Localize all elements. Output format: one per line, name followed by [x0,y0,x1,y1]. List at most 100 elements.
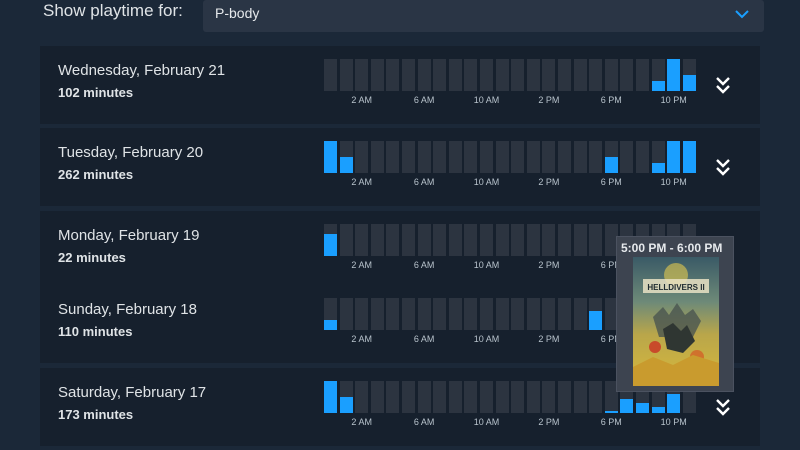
hour-slot[interactable] [573,59,587,91]
hour-slot[interactable] [324,59,337,91]
hour-slot[interactable] [324,298,337,330]
hour-slot[interactable] [417,141,431,173]
expand-day-chevron-icon[interactable] [714,397,732,417]
hour-slot[interactable] [558,141,571,173]
hour-slot[interactable] [464,381,478,413]
hour-slot[interactable] [339,298,353,330]
hour-slot[interactable] [448,381,462,413]
hour-slot[interactable] [589,381,603,413]
hour-slot[interactable] [480,59,493,91]
hour-slot[interactable] [558,298,571,330]
hour-slot[interactable] [370,381,384,413]
hour-slot[interactable] [526,141,540,173]
hour-slot[interactable] [448,59,462,91]
hour-slot[interactable] [511,141,525,173]
hour-slot[interactable] [402,224,415,256]
hour-slot[interactable] [324,141,337,173]
hour-slot[interactable] [480,141,493,173]
expand-day-chevron-icon[interactable] [714,75,732,95]
hour-slot[interactable] [370,59,384,91]
hour-slot[interactable] [651,141,665,173]
hour-slot[interactable] [464,298,478,330]
hour-slot[interactable] [355,224,369,256]
hour-slot[interactable] [355,381,369,413]
hour-slot[interactable] [448,298,462,330]
hour-slot[interactable] [370,141,384,173]
hour-slot[interactable] [589,141,603,173]
hour-slot[interactable] [495,141,509,173]
hour-slot[interactable] [651,59,665,91]
hour-slot[interactable] [386,298,400,330]
hour-slot[interactable] [511,224,525,256]
hour-slot[interactable] [558,381,571,413]
hour-slot[interactable] [355,141,369,173]
hour-slot[interactable] [542,381,556,413]
hour-slot[interactable] [402,59,415,91]
hour-slot[interactable] [573,141,587,173]
hour-slot[interactable] [526,381,540,413]
hour-slot[interactable] [604,141,618,173]
hour-slot[interactable] [339,59,353,91]
hour-slot[interactable] [324,381,337,413]
hour-slot[interactable] [511,298,525,330]
hour-slot[interactable] [526,224,540,256]
hour-slot[interactable] [386,59,400,91]
hour-slot[interactable] [495,298,509,330]
hour-slot[interactable] [526,59,540,91]
hour-slot[interactable] [339,141,353,173]
hour-slot[interactable] [448,141,462,173]
hour-slot[interactable] [433,141,447,173]
hour-slot[interactable] [433,224,447,256]
hour-slot[interactable] [480,224,493,256]
hour-slot[interactable] [386,141,400,173]
hour-slot[interactable] [464,141,478,173]
hour-slot[interactable] [495,59,509,91]
hour-slot[interactable] [386,224,400,256]
hour-slot[interactable] [495,224,509,256]
hour-slot[interactable] [433,381,447,413]
hour-slot[interactable] [589,59,603,91]
hour-slot[interactable] [464,59,478,91]
hour-slot[interactable] [480,381,493,413]
hour-slot[interactable] [417,381,431,413]
hour-slot[interactable] [589,298,603,330]
hour-slot[interactable] [417,59,431,91]
hour-slot[interactable] [355,298,369,330]
hour-slot[interactable] [402,298,415,330]
hour-slot[interactable] [604,59,618,91]
hour-slot[interactable] [511,59,525,91]
hour-slot[interactable] [464,224,478,256]
hour-slot[interactable] [480,298,493,330]
hour-slot[interactable] [402,141,415,173]
hour-slot[interactable] [339,224,353,256]
hour-slot[interactable] [542,59,556,91]
hour-slot[interactable] [324,224,337,256]
hour-slot[interactable] [526,298,540,330]
hour-slot[interactable] [417,298,431,330]
hour-slot[interactable] [417,224,431,256]
hour-slot[interactable] [558,224,571,256]
hour-slot[interactable] [355,59,369,91]
hour-slot[interactable] [511,381,525,413]
hour-slot[interactable] [339,381,353,413]
hour-slot[interactable] [620,141,634,173]
hour-slot[interactable] [542,141,556,173]
hour-slot[interactable] [589,224,603,256]
hour-slot[interactable] [573,298,587,330]
hour-slot[interactable] [558,59,571,91]
hour-slot[interactable] [636,141,649,173]
hour-slot[interactable] [620,59,634,91]
hour-slot[interactable] [495,381,509,413]
hour-slot[interactable] [433,59,447,91]
hour-slot[interactable] [448,224,462,256]
hour-slot[interactable] [573,381,587,413]
hour-slot[interactable] [542,224,556,256]
hour-slot[interactable] [667,141,681,173]
hour-slot[interactable] [370,224,384,256]
hour-slot[interactable] [433,298,447,330]
hour-slot[interactable] [682,59,696,91]
hour-slot[interactable] [667,59,681,91]
hour-slot[interactable] [682,141,696,173]
hour-slot[interactable] [402,381,415,413]
hour-slot[interactable] [636,59,649,91]
